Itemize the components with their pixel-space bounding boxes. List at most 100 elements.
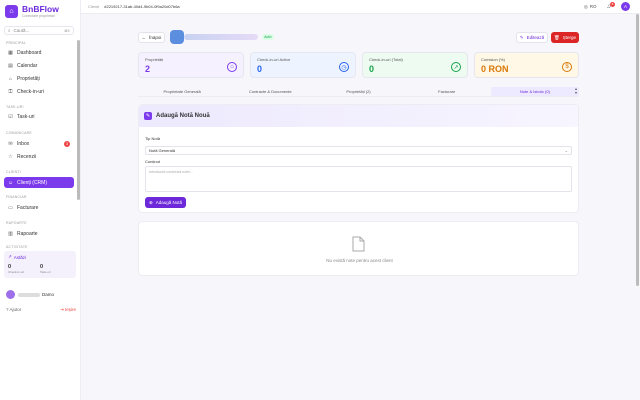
key-icon: ⚿: [8, 88, 13, 95]
sidebar-item-reports[interactable]: ▥ Rapoarte: [4, 228, 74, 239]
star-icon: ☆: [8, 153, 13, 160]
clock-icon: ◷: [339, 62, 349, 72]
brand-logo[interactable]: ⌂ BnBFlow Conectare proprietari: [5, 5, 59, 18]
delete-label: Șterge: [562, 35, 576, 40]
users-icon: ☺: [7, 179, 14, 186]
note-icon: ✎: [144, 112, 152, 120]
building-icon: ⌂: [227, 62, 237, 72]
message-icon: ✉: [8, 140, 13, 147]
status-badge: Activ: [262, 34, 274, 40]
sidebar-item-calendar[interactable]: ▤ Calendar: [4, 60, 74, 71]
stat-card-commission: Comision (%) 0 RON $: [474, 52, 579, 78]
sidebar-item-label: Dashboard: [17, 49, 42, 56]
tab-bar: Proprietate Generală Contracte & Documen…: [138, 87, 580, 97]
section-tasks: Task-uri: [6, 105, 24, 109]
sidebar-item-tasks[interactable]: ☑ Task-uri: [4, 111, 74, 122]
sidebar-item-dashboard[interactable]: ▦ Dashboard: [4, 47, 74, 58]
sidebar-item-inbox[interactable]: ✉ Inbox 3: [4, 138, 74, 149]
note-content-textarea[interactable]: Introduceți conținutul notei...: [145, 166, 572, 192]
building-icon: ⌂: [8, 75, 13, 82]
sidebar-item-label: Proprietăți: [17, 75, 40, 82]
note-type-select[interactable]: Notă Generală ⌄: [145, 146, 572, 155]
notifications-button[interactable]: ♫ 8: [607, 1, 615, 10]
sidebar-scrollbar[interactable]: [77, 40, 80, 200]
globe-icon: ◎: [583, 3, 588, 9]
chevron-down-icon: ⌄: [564, 148, 568, 153]
section-finance: Financiar: [6, 195, 27, 199]
breadcrumb-clients[interactable]: Clienți: [88, 4, 99, 9]
sidebar-item-label: Task-uri: [17, 113, 35, 120]
tab-general[interactable]: Proprietate Generală: [138, 87, 226, 96]
empty-state-text: Nu există note pentru acest client: [326, 258, 393, 263]
sidebar-item-label: Inbox: [17, 140, 30, 147]
note-type-label: Tip Notă: [145, 136, 160, 141]
search-input[interactable]: ⌕ Caută... ⌘K: [4, 26, 74, 35]
section-clients: Clienți: [6, 170, 21, 174]
delete-button[interactable]: 🗑 Șterge: [551, 32, 579, 43]
tab-properties[interactable]: Proprietăți (2): [314, 87, 402, 96]
client-avatar: [170, 30, 184, 44]
tabs-scroll-arrows[interactable]: ▴ ▾: [575, 87, 577, 95]
tab-contracts[interactable]: Contracte & Documente: [226, 87, 314, 96]
topbar: Clienți #2219217-31ab-40d4-9b04-0f9a20d0…: [81, 0, 640, 14]
logout-label: Ieșire: [64, 307, 76, 312]
sidebar-item-invoicing[interactable]: ▭ Facturare: [4, 202, 74, 213]
sidebar-item-label: Check-in-uri: [17, 88, 44, 95]
language-selector[interactable]: ◎ RO: [584, 4, 597, 10]
stat-label: Check-in-uri Active: [257, 57, 291, 62]
sidebar: ⌂ BnBFlow Conectare proprietari ⌕ Caută.…: [0, 0, 81, 400]
user-profile[interactable]: Damo: [6, 290, 54, 299]
language-label: RO: [589, 4, 597, 9]
edit-icon: ✎: [519, 34, 524, 40]
main-scrollbar[interactable]: [636, 14, 639, 286]
section-activity: Activitate: [6, 245, 28, 249]
checklist-icon: ☑: [8, 113, 13, 120]
note-content-label: Conținut: [145, 159, 160, 164]
stat-card-active-checkins: Check-in-uri Active 0 ◷: [250, 52, 356, 78]
stat-label: Comision (%): [481, 57, 506, 62]
user-email-redacted: [18, 292, 40, 297]
note-type-value: Notă Generală: [149, 148, 176, 153]
activity-panel: ↗ Astăzi 0 Check-in-uri 0 Task-uri: [4, 251, 76, 278]
stat-value: 0 RON: [481, 64, 509, 74]
stat-value: 0: [257, 64, 263, 74]
section-reports: Rapoarte: [6, 221, 27, 225]
search-icon: ⌕: [8, 28, 11, 33]
sidebar-item-checkins[interactable]: ⚿ Check-in-uri: [4, 86, 74, 97]
note-form-title: Adaugă Notă Nouă: [156, 113, 210, 119]
trash-icon: 🗑: [554, 34, 560, 40]
back-button[interactable]: ← Înapoi: [138, 32, 165, 43]
add-note-button[interactable]: ⊕ Adaugă Notă: [145, 197, 186, 208]
avatar: [6, 290, 15, 299]
stat-card-properties: Proprietăți 2 ⌂: [138, 52, 244, 78]
sidebar-item-label: Rapoarte: [17, 230, 38, 237]
section-communication: Comunicare: [6, 131, 32, 135]
notification-count: 8: [610, 1, 615, 7]
sidebar-item-label: Facturare: [17, 204, 39, 211]
search-placeholder: Caută...: [13, 28, 30, 33]
sidebar-item-clients[interactable]: ☺ Clienți (CRM): [4, 177, 74, 188]
tab-invoicing[interactable]: Facturare: [403, 87, 491, 96]
notes-empty-state: Nu există note pentru acest client: [138, 221, 579, 276]
help-button[interactable]: ? Ajutor: [6, 307, 21, 313]
sidebar-item-label: Calendar: [17, 62, 38, 69]
stat-card-total-checkins: Check-in-uri (Total) 0 ↗: [362, 52, 468, 78]
chart-icon: ▥: [8, 230, 13, 237]
help-label: Ajutor: [9, 307, 22, 312]
user-avatar[interactable]: A: [621, 2, 630, 11]
logout-button[interactable]: ⇥ Ieșire: [60, 307, 76, 313]
sidebar-item-reviews[interactable]: ☆ Recenzii: [4, 151, 74, 162]
edit-label: Editează: [526, 35, 545, 40]
back-label: Înapoi: [149, 35, 162, 40]
sidebar-item-properties[interactable]: ⌂ Proprietăți: [4, 73, 74, 84]
breadcrumb: Clienți #2219217-31ab-40d4-9b04-0f9a20d0…: [88, 4, 180, 9]
section-general: Principal: [6, 41, 27, 45]
activity-title: Astăzi: [13, 254, 27, 260]
arrow-left-icon: ←: [141, 35, 147, 40]
plus-icon: ⊕: [148, 199, 153, 205]
client-name-redacted: [184, 34, 258, 40]
document-icon: [352, 236, 365, 252]
stat-label: Proprietăți: [145, 57, 164, 62]
tab-notes[interactable]: Note & Istoric (0): [490, 87, 580, 96]
edit-button[interactable]: ✎ Editează: [516, 32, 548, 43]
